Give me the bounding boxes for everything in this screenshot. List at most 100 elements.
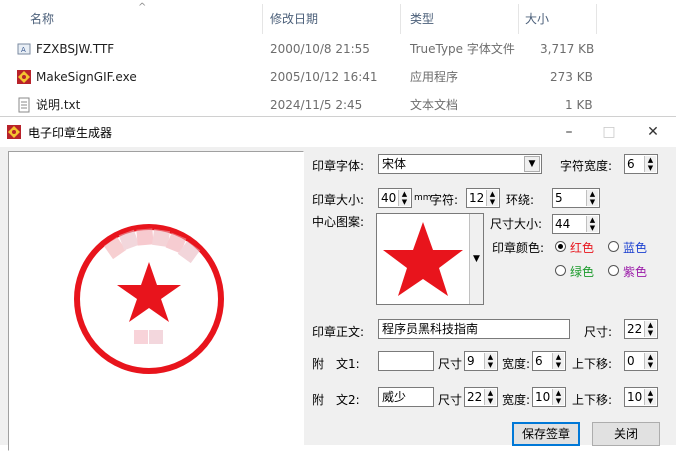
aux-1-shift-label: 上下移: — [572, 357, 613, 371]
app-exe-icon — [17, 70, 31, 84]
file-row[interactable]: A FZXBSJW.TTF 2000/10/8 21:55 TrueType 字… — [0, 35, 676, 63]
spin-arrows-icon[interactable]: ▲ ▼ — [552, 389, 564, 405]
color-purple-label[interactable]: 紫色 — [623, 263, 647, 280]
spin-arrows-icon[interactable]: ▲ ▼ — [644, 353, 656, 369]
file-type: 文本文档 — [410, 98, 459, 112]
spin-arrows-icon[interactable]: ▲ ▼ — [644, 156, 656, 172]
column-type-header[interactable]: 类型 — [410, 0, 434, 38]
spin-arrows-icon[interactable]: ▲ ▼ — [552, 353, 564, 369]
close-button[interactable]: 关闭 — [592, 422, 660, 446]
aux-text-1-label: 附 文1: — [312, 357, 360, 371]
spin-arrows-icon[interactable]: ▲ ▼ — [644, 389, 656, 405]
spin-arrows-icon[interactable]: ▲ ▼ — [586, 216, 598, 232]
aux-2-shift-value: 10 — [627, 390, 643, 404]
body-text-label: 印章正文: — [312, 325, 365, 339]
aux-text-2-input[interactable]: 威少 — [378, 387, 434, 407]
aux-2-width-value: 10 — [535, 390, 551, 404]
aux-2-width-spinner[interactable]: 10 ▲ ▼ — [532, 387, 566, 407]
body-text-value: 程序员黑科技指南 — [382, 322, 479, 336]
color-purple-radio[interactable] — [608, 265, 619, 276]
seal-aux-text-blurred — [134, 330, 163, 344]
body-size-value: 22 — [627, 322, 643, 336]
spin-arrows-icon[interactable]: ▲ ▼ — [486, 190, 498, 206]
column-size-header[interactable]: 大小 — [525, 0, 549, 38]
file-size: 1 KB — [565, 98, 593, 112]
aux-2-size-value: 22 — [467, 390, 483, 404]
chevron-down-icon[interactable]: ▼ — [469, 214, 483, 304]
file-row[interactable]: MakeSignGIF.exe 2005/10/12 16:41 应用程序 27… — [0, 63, 676, 91]
text-file-icon — [18, 97, 30, 113]
aux-text-2-label: 附 文2: — [312, 393, 360, 407]
ring-value: 5 — [555, 191, 563, 205]
column-divider[interactable] — [596, 4, 597, 34]
font-file-icon: A — [17, 43, 31, 55]
maximize-icon[interactable]: □ — [586, 117, 632, 147]
center-size-value: 44 — [555, 217, 571, 231]
color-blue-label[interactable]: 蓝色 — [623, 239, 647, 256]
column-name-header[interactable]: 名称 — [30, 0, 54, 38]
svg-text:A: A — [21, 46, 26, 54]
center-size-spinner[interactable]: 44 ▲ ▼ — [552, 214, 600, 234]
aux-1-size-label: 尺寸 — [438, 357, 463, 371]
column-divider[interactable] — [518, 4, 519, 34]
color-red-label[interactable]: 红色 — [570, 239, 594, 256]
window-title: 电子印章生成器 — [28, 126, 113, 140]
spin-arrows-icon[interactable]: ▲ ▼ — [484, 353, 496, 369]
seal-size-spinner[interactable]: 40 ▲ ▼ — [378, 188, 412, 208]
body-size-spinner[interactable]: 22 ▲ ▼ — [624, 319, 658, 339]
aux-text-1-input[interactable] — [378, 351, 434, 371]
column-divider[interactable] — [400, 4, 401, 34]
char-count-spinner[interactable]: 12 ▲ ▼ — [466, 188, 500, 208]
star-icon — [383, 222, 463, 296]
file-date: 2024/11/5 2:45 — [270, 98, 363, 112]
body-size-label: 尺寸: — [584, 325, 613, 339]
aux-1-shift-value: 0 — [627, 354, 635, 368]
app-icon — [7, 125, 21, 139]
aux-2-width-label: 宽度: — [502, 393, 531, 407]
aux-1-width-value: 6 — [535, 354, 543, 368]
file-row[interactable]: 说明.txt 2024/11/5 2:45 文本文档 1 KB — [0, 91, 676, 119]
file-date: 2005/10/12 16:41 — [270, 70, 378, 84]
char-count-label: 字符: — [430, 193, 459, 207]
file-type: 应用程序 — [410, 70, 459, 84]
aux-2-size-spinner[interactable]: 22 ▲ ▼ — [464, 387, 498, 407]
seal-size-value: 40 — [381, 191, 397, 205]
title-bar[interactable]: 电子印章生成器 – □ ✕ — [0, 117, 676, 147]
file-explorer: ^ 名称 修改日期 类型 大小 A FZXBSJW.TTF 2000/10/8 … — [0, 0, 676, 120]
spin-arrows-icon[interactable]: ▲ ▼ — [644, 321, 656, 337]
font-select[interactable]: 宋体 ▼ — [378, 154, 542, 174]
close-icon[interactable]: ✕ — [630, 117, 676, 147]
font-value: 宋体 — [382, 157, 407, 171]
file-name: FZXBSJW.TTF — [36, 42, 115, 56]
spin-arrows-icon[interactable]: ▲ ▼ — [398, 190, 410, 206]
column-date-header[interactable]: 修改日期 — [270, 0, 318, 38]
center-pattern-select[interactable]: ▼ — [376, 213, 484, 305]
aux-2-size-label: 尺寸 — [438, 393, 463, 407]
aux-2-shift-spinner[interactable]: 10 ▲ ▼ — [624, 387, 658, 407]
seal-size-label: 印章大小: — [312, 193, 365, 207]
file-type: TrueType 字体文件 — [410, 42, 515, 56]
font-label: 印章字体: — [312, 159, 365, 173]
save-seal-button[interactable]: 保存签章 — [512, 422, 580, 446]
ring-label: 环绕: — [506, 193, 535, 207]
color-green-radio[interactable] — [555, 265, 566, 276]
chevron-down-icon[interactable]: ▼ — [524, 156, 540, 172]
aux-1-shift-spinner[interactable]: 0 ▲ ▼ — [624, 351, 658, 371]
color-green-label[interactable]: 绿色 — [570, 263, 594, 280]
aux-1-width-spinner[interactable]: 6 ▲ ▼ — [532, 351, 566, 371]
color-red-radio[interactable] — [555, 241, 566, 252]
sort-up-icon: ^ — [138, 2, 147, 13]
file-name: 说明.txt — [36, 98, 81, 112]
center-size-label: 尺寸大小: — [490, 217, 543, 231]
body-text-input[interactable]: 程序员黑科技指南 — [378, 319, 570, 339]
spin-arrows-icon[interactable]: ▲ ▼ — [586, 190, 598, 206]
char-width-spinner[interactable]: 6 ▲ ▼ — [624, 154, 658, 174]
aux-1-size-value: 9 — [467, 354, 475, 368]
color-blue-radio[interactable] — [608, 241, 619, 252]
spin-arrows-icon[interactable]: ▲ ▼ — [484, 389, 496, 405]
file-size: 273 KB — [550, 70, 593, 84]
aux-1-size-spinner[interactable]: 9 ▲ ▼ — [464, 351, 498, 371]
seal-star — [117, 262, 181, 322]
column-divider[interactable] — [262, 4, 263, 34]
ring-spinner[interactable]: 5 ▲ ▼ — [552, 188, 600, 208]
